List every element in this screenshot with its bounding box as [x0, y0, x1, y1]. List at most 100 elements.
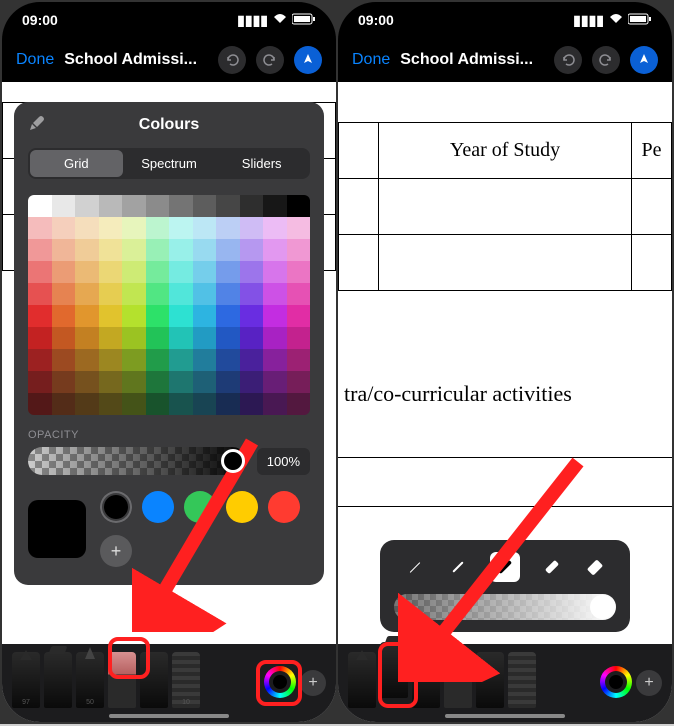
- swatch-black[interactable]: [100, 491, 132, 523]
- colour-cell[interactable]: [146, 283, 170, 305]
- nib-large[interactable]: [541, 556, 563, 578]
- colour-cell[interactable]: [52, 393, 76, 415]
- colour-cell[interactable]: [216, 239, 240, 261]
- colour-cell[interactable]: [240, 327, 264, 349]
- colour-cell[interactable]: [28, 217, 52, 239]
- colour-cell[interactable]: [240, 305, 264, 327]
- ruler-tool[interactable]: [508, 652, 536, 708]
- colour-cell[interactable]: [28, 393, 52, 415]
- colour-cell[interactable]: [240, 195, 264, 217]
- colour-cell[interactable]: [146, 393, 170, 415]
- colour-cell[interactable]: [52, 371, 76, 393]
- colour-cell[interactable]: [216, 371, 240, 393]
- colour-cell[interactable]: [122, 393, 146, 415]
- colour-cell[interactable]: [99, 371, 123, 393]
- colour-cell[interactable]: [287, 261, 311, 283]
- colour-cell[interactable]: [287, 349, 311, 371]
- colour-cell[interactable]: [146, 305, 170, 327]
- colour-cell[interactable]: [287, 195, 311, 217]
- undo-button[interactable]: [218, 46, 246, 74]
- picker-mode-segmented-control[interactable]: Grid Spectrum Sliders: [28, 148, 310, 179]
- colour-cell[interactable]: [146, 195, 170, 217]
- colour-cell[interactable]: [75, 393, 99, 415]
- colour-cell[interactable]: [263, 261, 287, 283]
- colour-cell[interactable]: [216, 393, 240, 415]
- colour-cell[interactable]: [193, 349, 217, 371]
- colour-cell[interactable]: [287, 393, 311, 415]
- colour-cell[interactable]: [28, 305, 52, 327]
- colour-cell[interactable]: [75, 217, 99, 239]
- colour-cell[interactable]: [146, 261, 170, 283]
- colour-cell[interactable]: [263, 327, 287, 349]
- colour-cell[interactable]: [216, 305, 240, 327]
- colour-cell[interactable]: [169, 239, 193, 261]
- colour-cell[interactable]: [169, 261, 193, 283]
- eyedropper-button[interactable]: [28, 114, 46, 137]
- pencil-tool[interactable]: 50: [76, 652, 104, 708]
- colour-grid[interactable]: [28, 195, 310, 415]
- opacity-slider[interactable]: [28, 447, 247, 475]
- stroke-opacity-slider[interactable]: [394, 594, 616, 620]
- colour-cell[interactable]: [99, 305, 123, 327]
- colour-cell[interactable]: [216, 349, 240, 371]
- colour-cell[interactable]: [287, 217, 311, 239]
- nib-thin[interactable]: [404, 556, 426, 578]
- markup-toggle-button[interactable]: [294, 46, 322, 74]
- add-annotation-button[interactable]: +: [636, 670, 662, 696]
- colour-cell[interactable]: [75, 195, 99, 217]
- colour-cell[interactable]: [240, 371, 264, 393]
- colour-cell[interactable]: [122, 327, 146, 349]
- colour-cell[interactable]: [28, 261, 52, 283]
- colour-cell[interactable]: [99, 195, 123, 217]
- colour-cell[interactable]: [169, 305, 193, 327]
- colour-cell[interactable]: [146, 327, 170, 349]
- colour-cell[interactable]: [263, 195, 287, 217]
- colour-cell[interactable]: [193, 283, 217, 305]
- opacity-value[interactable]: 100%: [257, 448, 310, 475]
- marker-tool[interactable]: [44, 652, 72, 708]
- home-indicator[interactable]: [109, 714, 229, 718]
- colour-cell[interactable]: [146, 217, 170, 239]
- colour-cell[interactable]: [193, 217, 217, 239]
- colour-cell[interactable]: [75, 327, 99, 349]
- colour-cell[interactable]: [240, 349, 264, 371]
- colour-cell[interactable]: [263, 283, 287, 305]
- opacity-thumb[interactable]: [221, 449, 245, 473]
- colour-cell[interactable]: [52, 195, 76, 217]
- colour-cell[interactable]: [169, 371, 193, 393]
- undo-button[interactable]: [554, 46, 582, 74]
- colour-cell[interactable]: [240, 283, 264, 305]
- colour-cell[interactable]: [75, 371, 99, 393]
- colour-cell[interactable]: [193, 239, 217, 261]
- swatch-red[interactable]: [268, 491, 300, 523]
- colour-cell[interactable]: [122, 349, 146, 371]
- colour-cell[interactable]: [146, 349, 170, 371]
- home-indicator[interactable]: [445, 714, 565, 718]
- colour-cell[interactable]: [52, 349, 76, 371]
- colour-cell[interactable]: [75, 283, 99, 305]
- colour-cell[interactable]: [52, 283, 76, 305]
- colour-cell[interactable]: [216, 261, 240, 283]
- colour-cell[interactable]: [99, 217, 123, 239]
- pen-tool[interactable]: [348, 652, 376, 708]
- colour-cell[interactable]: [263, 239, 287, 261]
- ruler-tool[interactable]: 10: [172, 652, 200, 708]
- colour-cell[interactable]: [99, 283, 123, 305]
- lasso-tool[interactable]: [140, 652, 168, 708]
- swatch-yellow[interactable]: [226, 491, 258, 523]
- colour-cell[interactable]: [99, 327, 123, 349]
- colour-cell[interactable]: [263, 349, 287, 371]
- colour-cell[interactable]: [193, 195, 217, 217]
- colour-cell[interactable]: [216, 217, 240, 239]
- colour-cell[interactable]: [263, 217, 287, 239]
- colour-cell[interactable]: [75, 239, 99, 261]
- add-swatch-button[interactable]: +: [100, 535, 132, 567]
- colour-cell[interactable]: [52, 327, 76, 349]
- eraser-tool[interactable]: [108, 652, 136, 708]
- colour-cell[interactable]: [122, 195, 146, 217]
- eraser-tool[interactable]: [444, 652, 472, 708]
- colour-cell[interactable]: [99, 393, 123, 415]
- colour-cell[interactable]: [28, 239, 52, 261]
- colour-cell[interactable]: [193, 261, 217, 283]
- colour-cell[interactable]: [263, 393, 287, 415]
